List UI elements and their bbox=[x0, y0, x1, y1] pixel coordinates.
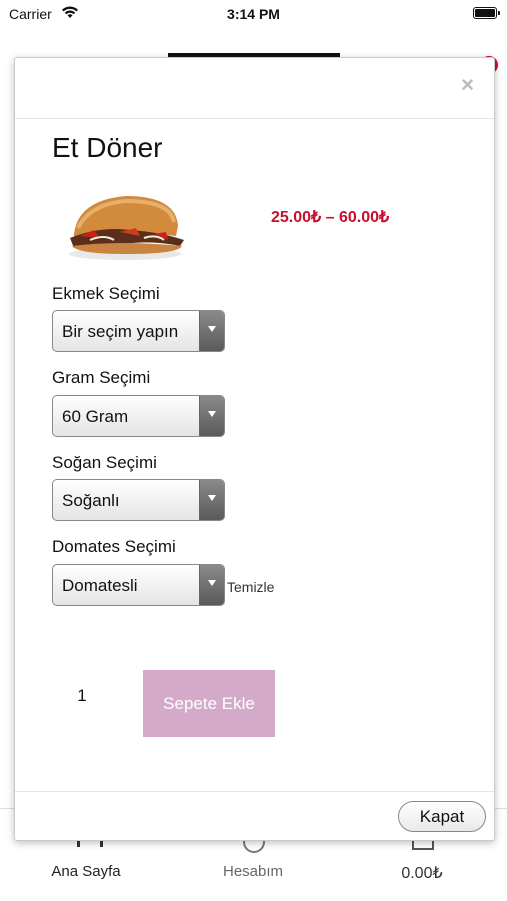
chevron-down-icon bbox=[199, 396, 224, 436]
gram-option-select[interactable]: 60 Gram bbox=[52, 395, 225, 437]
status-bar: Carrier 3:14 PM bbox=[0, 0, 507, 30]
close-icon[interactable]: × bbox=[461, 74, 474, 96]
product-options-modal: × Et Döner 25.00₺ – 60.00₺ Ekmek Seçimi … bbox=[14, 57, 495, 841]
gram-option-value: 60 Gram bbox=[62, 407, 129, 426]
chevron-down-icon bbox=[199, 480, 224, 520]
product-title: Et Döner bbox=[52, 132, 163, 163]
onion-option-value: Soğanlı bbox=[62, 491, 120, 510]
nav-item-cart-total[interactable]: 0.00₺ bbox=[357, 863, 487, 883]
tomato-option-select[interactable]: Domatesli bbox=[52, 564, 225, 606]
battery-icon bbox=[473, 7, 500, 19]
nav-item-account[interactable]: Hesabım bbox=[188, 863, 318, 880]
close-button[interactable]: Kapat bbox=[398, 801, 486, 832]
clear-selection-link[interactable]: Temizle bbox=[227, 579, 274, 595]
onion-option-label: Soğan Seçimi bbox=[52, 453, 157, 472]
tomato-option-value: Domatesli bbox=[62, 576, 138, 595]
quantity-input[interactable]: 1 bbox=[72, 686, 92, 706]
gram-option-label: Gram Seçimi bbox=[52, 368, 151, 387]
add-to-cart-button[interactable]: Sepete Ekle bbox=[143, 670, 275, 737]
modal-header: × bbox=[15, 58, 494, 119]
bread-option-select[interactable]: Bir seçim yapın bbox=[52, 310, 225, 352]
product-image bbox=[69, 196, 184, 260]
price-range: 25.00₺ – 60.00₺ bbox=[271, 209, 390, 226]
onion-option-select[interactable]: Soğanlı bbox=[52, 479, 225, 521]
nav-item-home[interactable]: Ana Sayfa bbox=[21, 863, 151, 880]
bread-option-value: Bir seçim yapın bbox=[62, 322, 179, 341]
bread-option-label: Ekmek Seçimi bbox=[52, 284, 160, 303]
chevron-down-icon bbox=[199, 565, 224, 605]
chevron-down-icon bbox=[199, 311, 224, 351]
modal-footer: Kapat bbox=[15, 791, 494, 841]
clock: 3:14 PM bbox=[227, 6, 280, 22]
tomato-option-label: Domates Seçimi bbox=[52, 537, 176, 556]
